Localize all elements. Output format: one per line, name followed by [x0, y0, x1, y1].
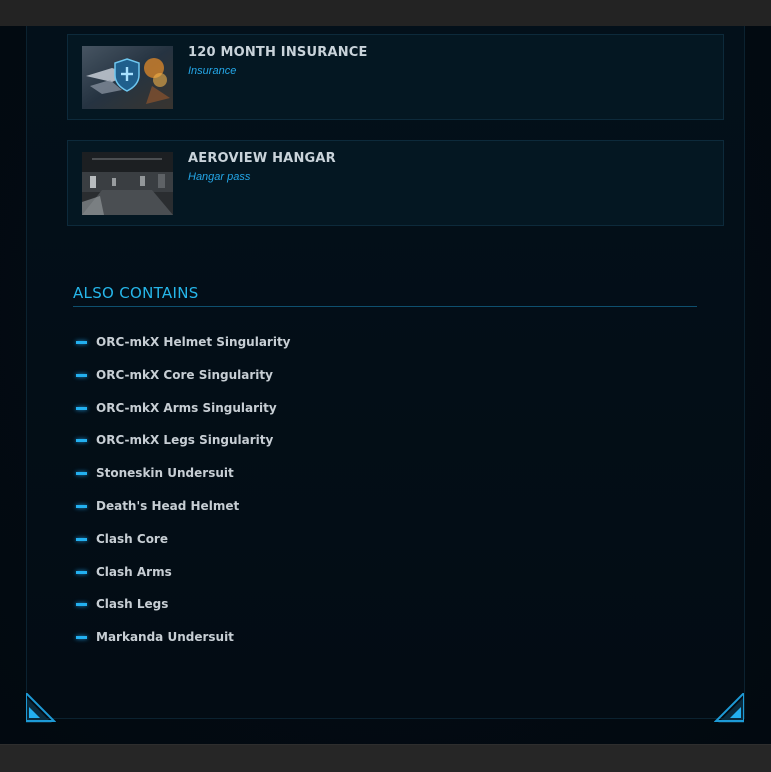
dash-bullet-icon	[76, 636, 87, 640]
heading-divider	[73, 306, 697, 307]
list-item-label: ORC-mkX Arms Singularity	[96, 400, 277, 415]
item-title: 120 MONTH INSURANCE	[188, 45, 368, 60]
insurance-thumbnail	[82, 46, 173, 109]
list-item-label: Clash Core	[96, 531, 168, 546]
list-item-label: Clash Legs	[96, 597, 169, 612]
list-item-label: Stoneskin Undersuit	[96, 466, 234, 481]
item-card-insurance[interactable]: 120 MONTH INSURANCE Insurance	[67, 34, 724, 120]
list-item-label: Clash Arms	[96, 564, 172, 579]
dash-bullet-icon	[76, 406, 87, 410]
corner-bracket-icon	[25, 690, 57, 723]
list-item-label: Death's Head Helmet	[96, 498, 240, 513]
dash-bullet-icon	[76, 570, 87, 574]
corner-bracket-icon	[713, 690, 745, 723]
hangar-thumbnail	[82, 152, 173, 215]
list-item-label: ORC-mkX Legs Singularity	[96, 433, 274, 448]
dash-bullet-icon	[76, 373, 87, 377]
bottom-bar	[0, 744, 771, 772]
item-title: AEROVIEW HANGAR	[188, 151, 336, 166]
dash-bullet-icon	[76, 537, 87, 541]
also-contains-heading: ALSO CONTAINS	[73, 284, 199, 302]
dash-bullet-icon	[76, 439, 87, 443]
dash-bullet-icon	[76, 472, 87, 476]
dash-bullet-icon	[76, 341, 87, 344]
dash-bullet-icon	[76, 603, 87, 607]
list-item-label: ORC-mkX Helmet Singularity	[96, 335, 291, 349]
item-subtitle: Hangar pass	[188, 171, 251, 183]
list-item-label: Markanda Undersuit	[96, 630, 234, 645]
item-card-hangar[interactable]: AEROVIEW HANGAR Hangar pass	[67, 140, 724, 226]
top-bar	[0, 0, 771, 26]
list-item-label: ORC-mkX Core Singularity	[96, 367, 273, 382]
dash-bullet-icon	[76, 504, 87, 508]
item-subtitle: Insurance	[188, 65, 237, 77]
